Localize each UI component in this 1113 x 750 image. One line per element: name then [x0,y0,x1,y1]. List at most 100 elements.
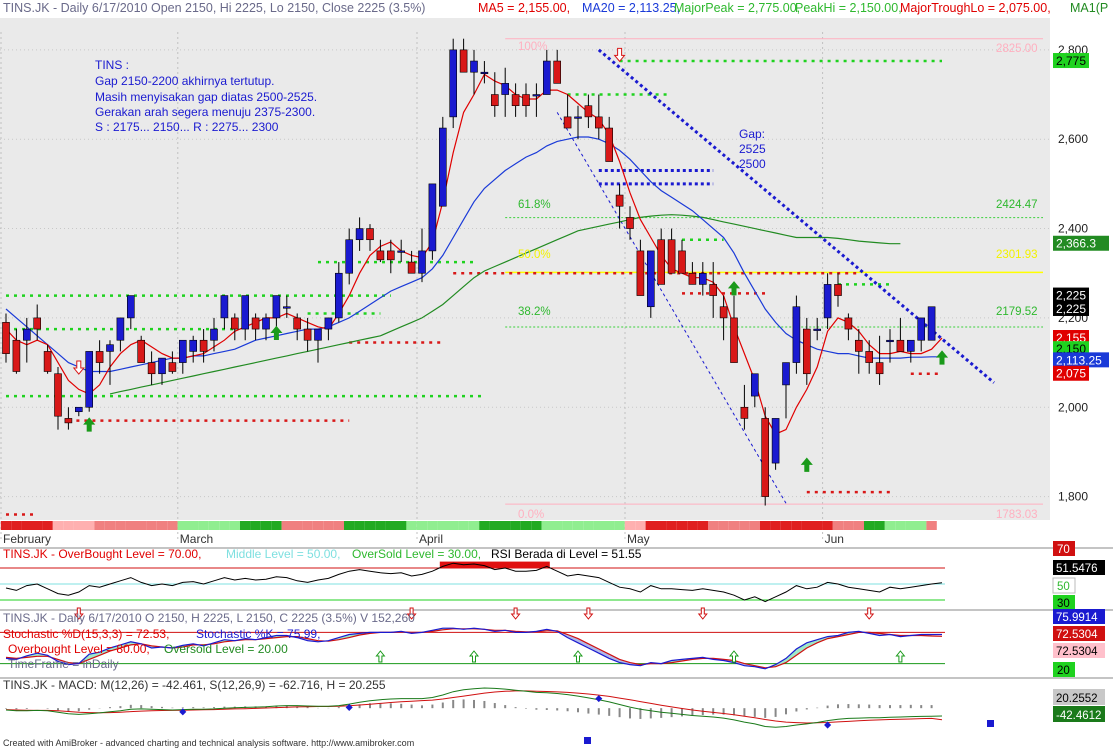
header-peak-hi: PeakHi = 2,150.00, [795,1,902,15]
trend-strip-segment [208,521,220,530]
trend-strip-segment [749,521,760,530]
candle-body [688,272,697,285]
candle-body [636,250,645,296]
trend-strip-segment [853,521,864,530]
candle-body [563,116,572,129]
trend-strip-segment [822,521,833,530]
candle-body [314,328,322,341]
stoch-overbought-text: Overbought Level = 80.00, [8,642,150,656]
trend-strip-segment [728,521,740,530]
trend-strip-segment [562,521,573,530]
price-axis-background [1050,18,1113,538]
trend-strip-segment [136,521,147,530]
candle-body [698,272,707,285]
trend-strip-segment [635,521,646,530]
fib-50-label: 50.0% [518,249,551,261]
price-tick-label: 2,400 [1058,222,1088,236]
trend-strip-segment [531,521,542,530]
trend-strip-segment [323,521,334,530]
candle-body [667,239,676,274]
price-value-label: 2,075 [1056,367,1086,381]
gap-line-3: 2500 [739,157,766,171]
macd-status-square [584,737,591,744]
trend-strip-segment [396,521,407,530]
note-line-4: Gerakan arah segera menuju 2375-2300. [95,105,315,119]
trend-strip-segment [687,521,698,530]
trend-strip-segment [281,521,292,530]
fib-1783-label: 1783.03 [996,509,1038,521]
candle-body [189,339,197,352]
trend-strip-segment [437,521,448,530]
candle-body [844,317,853,330]
trend-strip-segment [333,521,344,530]
rsi-value-text: RSI Berada di Level = 51.55 [491,547,642,561]
fib-0-label: 0.0% [518,509,544,521]
candle-body [137,339,145,363]
price-tick-label: 1,800 [1058,490,1088,504]
trend-strip-segment [188,521,199,530]
candle-body [386,250,395,261]
trend-strip-segment [292,521,303,530]
candle-body [594,116,603,129]
candle-body [262,317,270,330]
trend-strip-segment [385,521,396,530]
stoch-d-text: Stochastic %D(15,3,3) = 72.53, [3,627,169,641]
trend-strip-segment [718,521,729,530]
candle-body [501,83,510,95]
candle-body [293,317,302,330]
month-label: April [419,532,443,546]
trend-strip-segment [416,521,428,530]
candle-body [397,250,406,253]
fib-2179-label: 2179.52 [996,306,1038,318]
candle-body [459,49,468,73]
header-major-trough: MajorTroughLo = 2,075.00, [900,1,1051,15]
trend-strip-segment [697,521,708,530]
trend-strip-segment [614,521,625,530]
stoch-box-20: 20 [1057,665,1070,677]
candle-body [241,295,249,330]
trend-strip-segment [458,521,469,530]
candle-body [251,317,260,330]
trend-strip-segment [302,521,313,530]
candle-body [719,306,728,319]
candle-body [355,228,364,241]
candle-body [116,317,125,341]
candle-body [626,217,634,229]
trend-strip-segment [884,521,896,530]
gap-note: Gap: 2525 2500 [739,127,766,171]
trend-strip-segment [11,521,22,530]
candle-body [324,317,333,330]
header-ma1: MA1(P [1070,1,1108,15]
candle-body [106,344,114,352]
trend-strip-segment [593,521,604,530]
trend-strip-segment [479,521,490,530]
trend-strip-segment [229,521,240,530]
candle-body [927,306,936,341]
header-major-peak: MajorPeak = 2,775.00, [674,1,800,15]
candle-body [657,239,666,285]
candle-body [428,183,437,252]
candle-body [886,339,894,343]
candle-body [418,250,426,274]
fib-2301-label: 2301.93 [996,249,1038,261]
chart-canvas: 1,8002,0002,2002,4002,6002,800February Ma… [0,1,1113,748]
candle-body [366,228,374,241]
trend-strip-segment [260,521,272,530]
month-label: February [3,532,51,546]
candle-body [64,418,73,424]
rsi-box-50: 50 [1057,581,1070,593]
gap-line-2: 2525 [739,142,766,156]
candle-body [553,60,562,84]
note-line-1: TINS : [95,58,129,72]
trend-strip-segment [468,521,480,530]
trend-strip-segment [500,521,511,530]
candle-body [875,362,884,375]
rsi-box-30: 30 [1057,598,1070,610]
trend-strip-segment [364,521,376,530]
note-line-3: Masih menyisakan gap diatas 2500-2525. [95,90,317,104]
trend-strip-segment [676,521,688,530]
candle-body [678,250,686,274]
trend-strip-segment [375,521,386,530]
candle-body [158,357,166,375]
trend-strip-segment [510,521,521,530]
